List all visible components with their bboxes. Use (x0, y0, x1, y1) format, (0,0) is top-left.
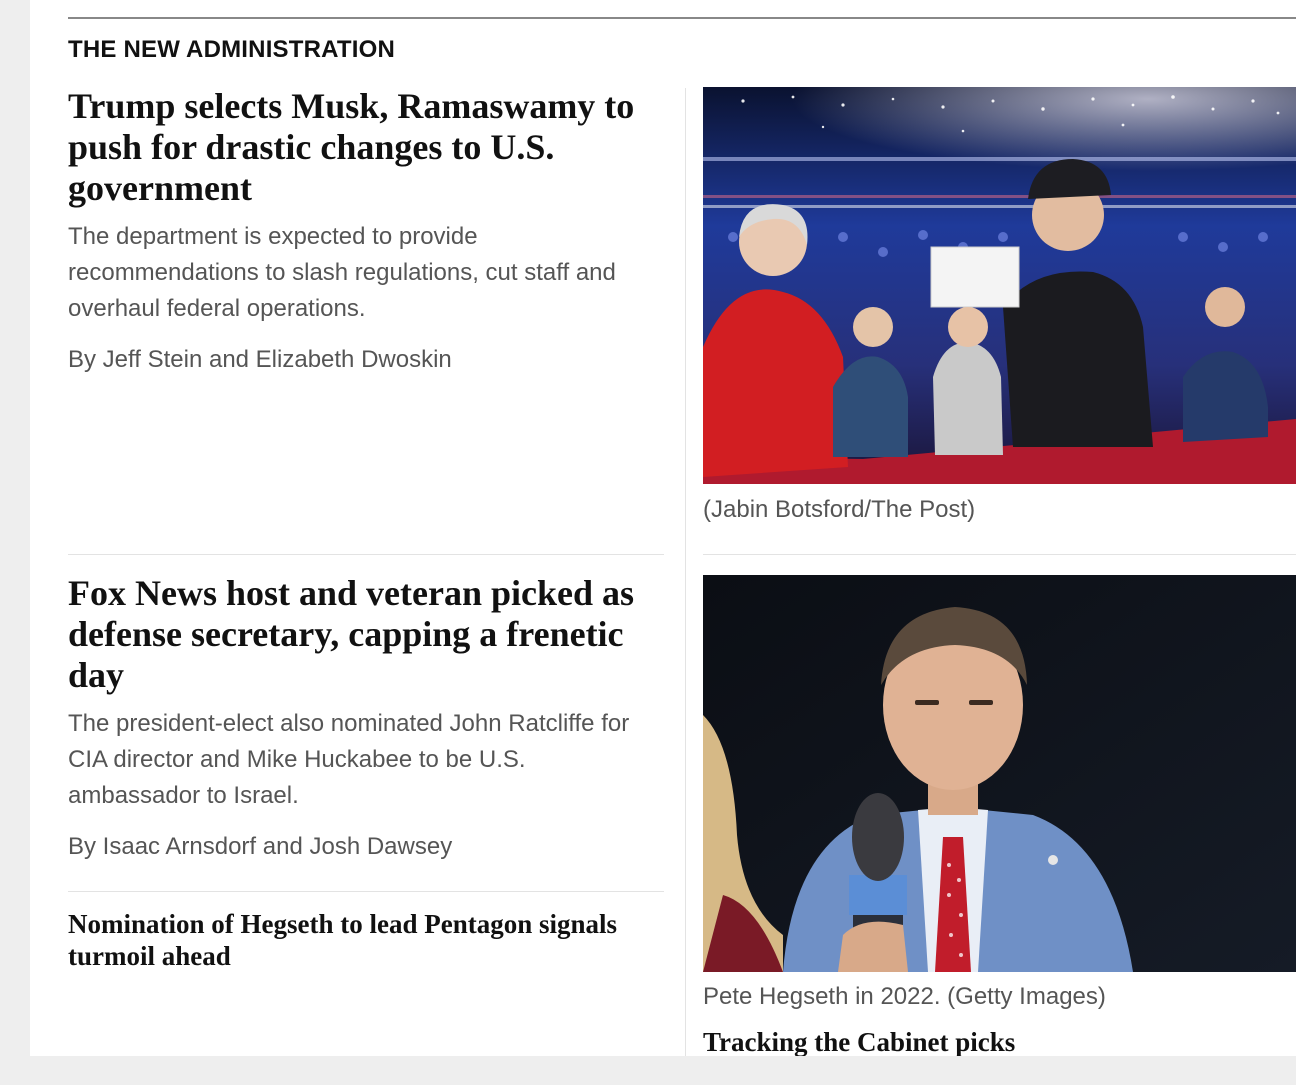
story-byline[interactable]: By Isaac Arnsdorf and Josh Dawsey (68, 832, 664, 862)
photo-caption: (Jabin Botsford/The Post) (703, 496, 976, 523)
story-dek: The president-elect also nominated John … (68, 710, 630, 809)
related-link-hegseth[interactable]: Nomination of Hegseth to lead Pentagon s… (68, 908, 664, 972)
story-defense-secretary: Fox News host and veteran picked as defe… (68, 573, 664, 862)
hegseth-photo-image (703, 575, 1296, 972)
column-divider (685, 88, 686, 1056)
related-divider (68, 891, 664, 892)
story-byline[interactable]: By Jeff Stein and Elizabeth Dwoskin (68, 345, 664, 375)
photo-caption: Pete Hegseth in 2022. (Getty Images) (703, 983, 1106, 1010)
story-divider (68, 554, 664, 555)
related-link-cabinet[interactable]: Tracking the Cabinet picks (703, 1026, 1015, 1056)
story-dek: The department is expected to provide re… (68, 223, 616, 322)
news-page: THE NEW ADMINISTRATION Trump selects Mus… (30, 0, 1296, 1056)
story-photo-hegseth[interactable] (703, 575, 1296, 972)
story-photo-rally[interactable] (703, 87, 1296, 484)
rally-photo-image (703, 87, 1296, 484)
story-musk-ramaswamy: Trump selects Musk, Ramaswamy to push fo… (68, 86, 664, 375)
top-divider (68, 17, 1296, 19)
section-label[interactable]: THE NEW ADMINISTRATION (68, 36, 395, 64)
story-headline[interactable]: Trump selects Musk, Ramaswamy to push fo… (68, 86, 664, 209)
photo-divider (703, 554, 1296, 555)
story-headline[interactable]: Fox News host and veteran picked as defe… (68, 573, 664, 696)
